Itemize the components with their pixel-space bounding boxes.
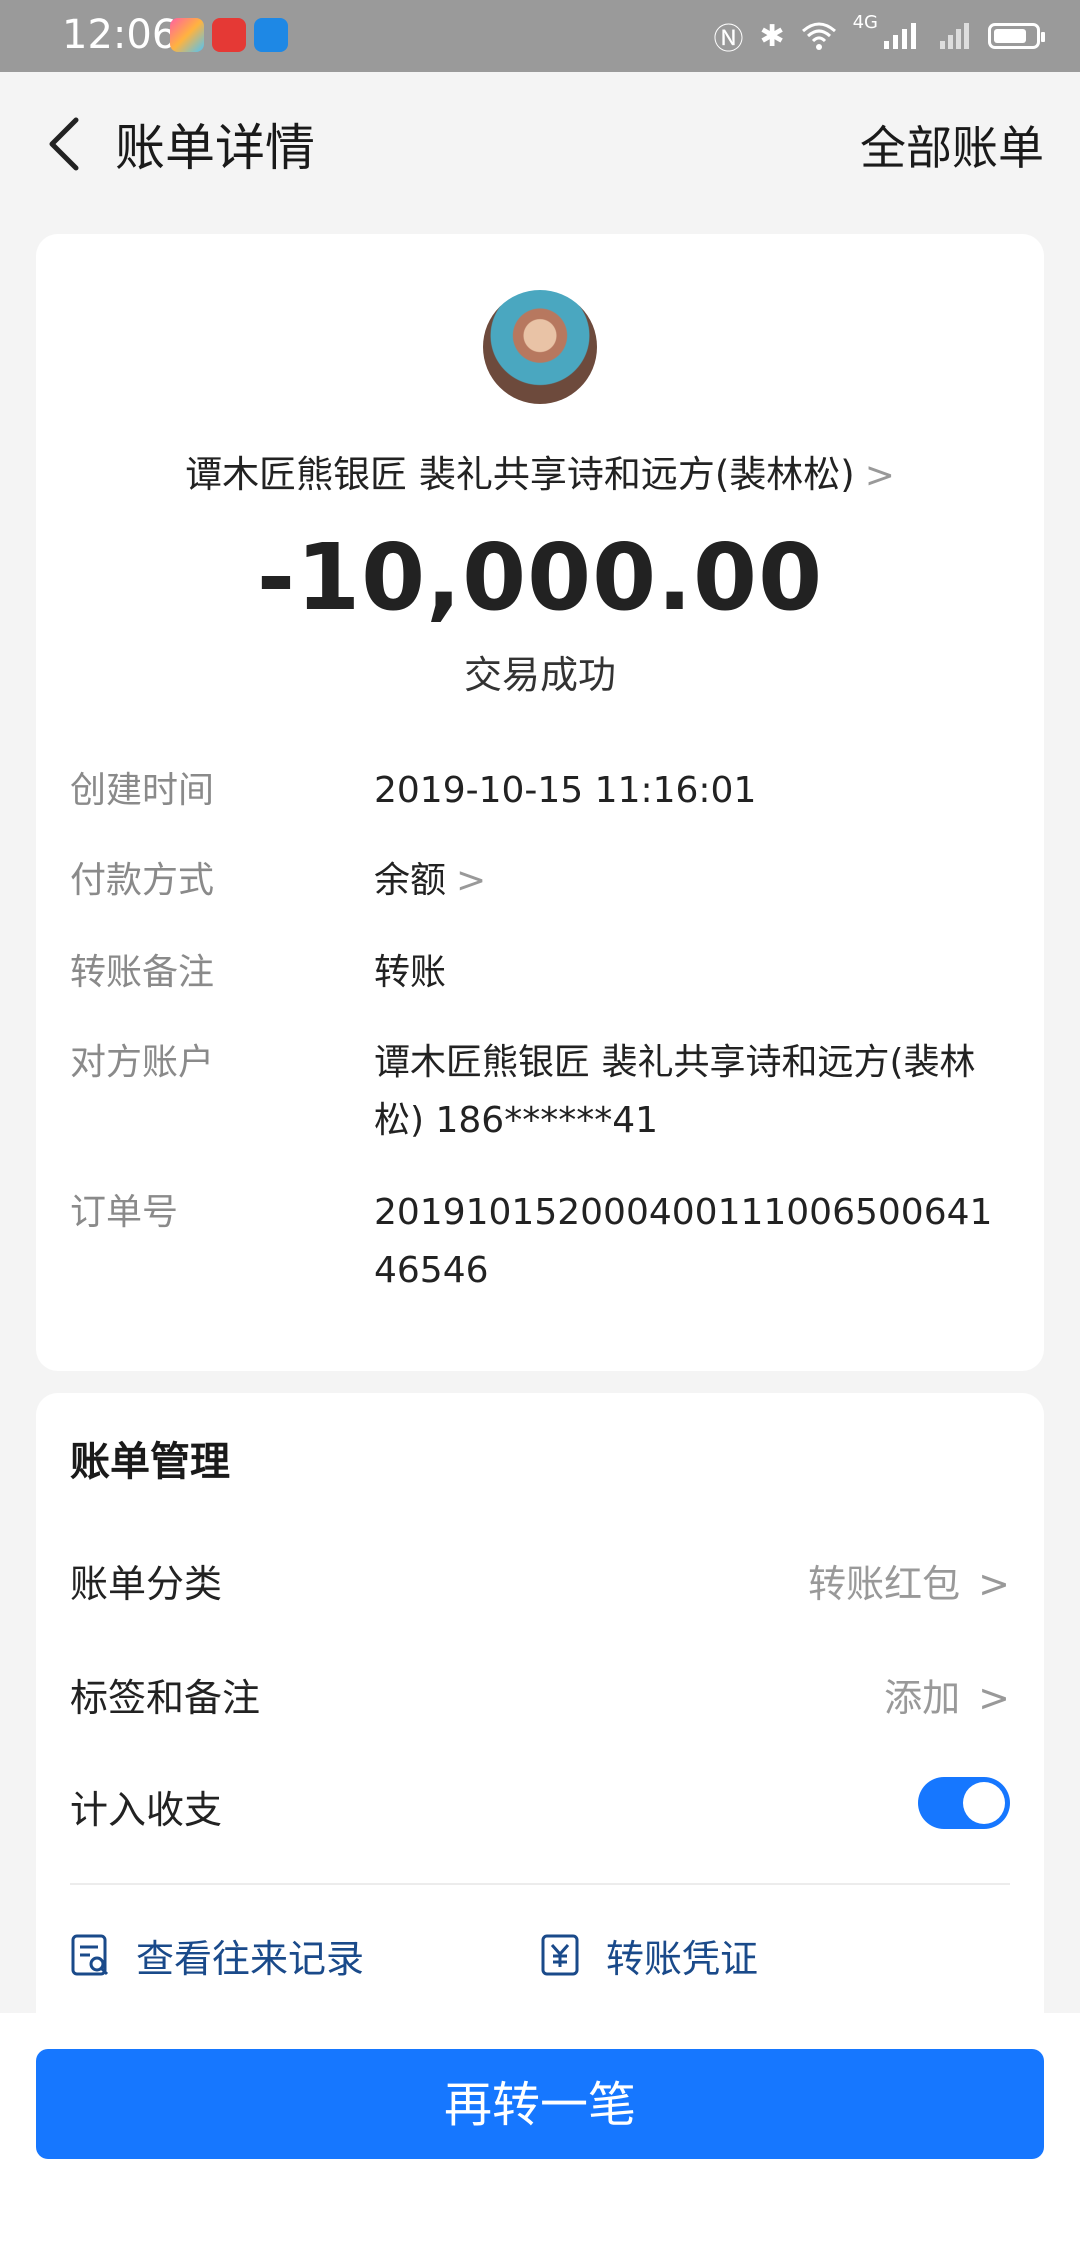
link-label: 转账凭证: [606, 1937, 759, 1981]
chevron-right-icon: >: [978, 1562, 1010, 1606]
back-arrow-icon[interactable]: [38, 114, 92, 174]
header: 账单详情 全部账单: [0, 72, 1080, 220]
bluetooth-icon: ✱: [759, 18, 785, 54]
row-value-wrap: 添加 >: [884, 1667, 1010, 1722]
wifi-icon: [801, 22, 836, 50]
detail-value: 谭木匠熊银匠 裴礼共享诗和远方(裴林松) 186******41: [374, 1042, 976, 1141]
bill-management-card: 账单管理 账单分类 转账红包 > 标签和备注 添加 > 计入收支 查看往来记录: [36, 1393, 1044, 2013]
bill-category-row[interactable]: 账单分类 转账红包 >: [70, 1543, 1010, 1613]
app-notification-icon: [212, 18, 246, 52]
status-icons: Ⓝ ✱ 4G: [713, 12, 1045, 60]
row-label: 账单分类: [70, 1562, 223, 1606]
payee-name: 谭木匠熊银匠 裴礼共享诗和远方(裴林松): [185, 453, 855, 496]
transfer-again-button[interactable]: 再转一笔: [36, 2049, 1044, 2159]
transaction-amount: -10,000.00: [256, 524, 824, 631]
include-in-budget-toggle[interactable]: [918, 1777, 1010, 1829]
detail-value-wrap: 余额 >: [374, 852, 1010, 910]
detail-value: 20191015200040011100650064146546: [374, 1192, 993, 1291]
chevron-right-icon: >: [456, 860, 487, 901]
records-icon: [71, 1934, 109, 1975]
detail-label: 转账备注: [70, 952, 215, 993]
nfc-icon: Ⓝ: [713, 22, 744, 57]
chevron-right-icon: >: [978, 1676, 1010, 1720]
signal-icon: [884, 23, 916, 49]
page-title: 账单详情: [115, 119, 315, 177]
detail-label: 订单号: [70, 1192, 179, 1233]
voucher-icon: [541, 1934, 579, 1975]
row-value: 转账红包: [808, 1562, 961, 1606]
detail-value: 2019-10-15 11:16:01: [374, 770, 757, 811]
section-title: 账单管理: [70, 1439, 230, 1485]
status-bar: 12:06 Ⓝ ✱ 4G: [0, 0, 1080, 72]
detail-value: 余额: [374, 860, 447, 901]
bottom-action-bar: 再转一笔: [0, 2013, 1080, 2244]
battery-icon: [988, 23, 1045, 49]
tags-notes-row[interactable]: 标签和备注 添加 >: [70, 1657, 1010, 1727]
view-records-link[interactable]: 查看往来记录: [70, 1928, 364, 1983]
toggle-knob: [963, 1782, 1005, 1824]
weather-app-icon: [254, 18, 288, 52]
payee-row[interactable]: 谭木匠熊银匠 裴礼共享诗和远方(裴林松) >: [36, 444, 1044, 498]
app-notification-icon: [170, 18, 204, 52]
avatar[interactable]: [483, 290, 597, 404]
status-time: 12:06: [62, 12, 178, 58]
row-value: 添加: [884, 1676, 961, 1720]
all-bills-link[interactable]: 全部账单: [860, 112, 1044, 178]
row-label: 标签和备注: [70, 1676, 261, 1720]
network-type: 4G: [852, 12, 878, 33]
row-label: 计入收支: [70, 1788, 223, 1832]
detail-label: 对方账户: [70, 1042, 215, 1083]
chevron-right-icon: >: [864, 455, 895, 496]
divider: [70, 1883, 1010, 1885]
transfer-voucher-link[interactable]: 转账凭证: [540, 1928, 758, 1983]
row-value-wrap: 转账红包 >: [808, 1553, 1010, 1608]
transaction-status: 交易成功: [463, 653, 616, 697]
link-label: 查看往来记录: [136, 1937, 365, 1981]
detail-value: 转账: [374, 952, 447, 993]
include-in-budget-row: 计入收支: [70, 1769, 1010, 1839]
transaction-card: 谭木匠熊银匠 裴礼共享诗和远方(裴林松) > -10,000.00 交易成功 创建…: [36, 234, 1044, 1371]
detail-label: 付款方式: [70, 860, 215, 901]
detail-label: 创建时间: [70, 770, 215, 811]
signal-icon-2: [940, 23, 969, 49]
